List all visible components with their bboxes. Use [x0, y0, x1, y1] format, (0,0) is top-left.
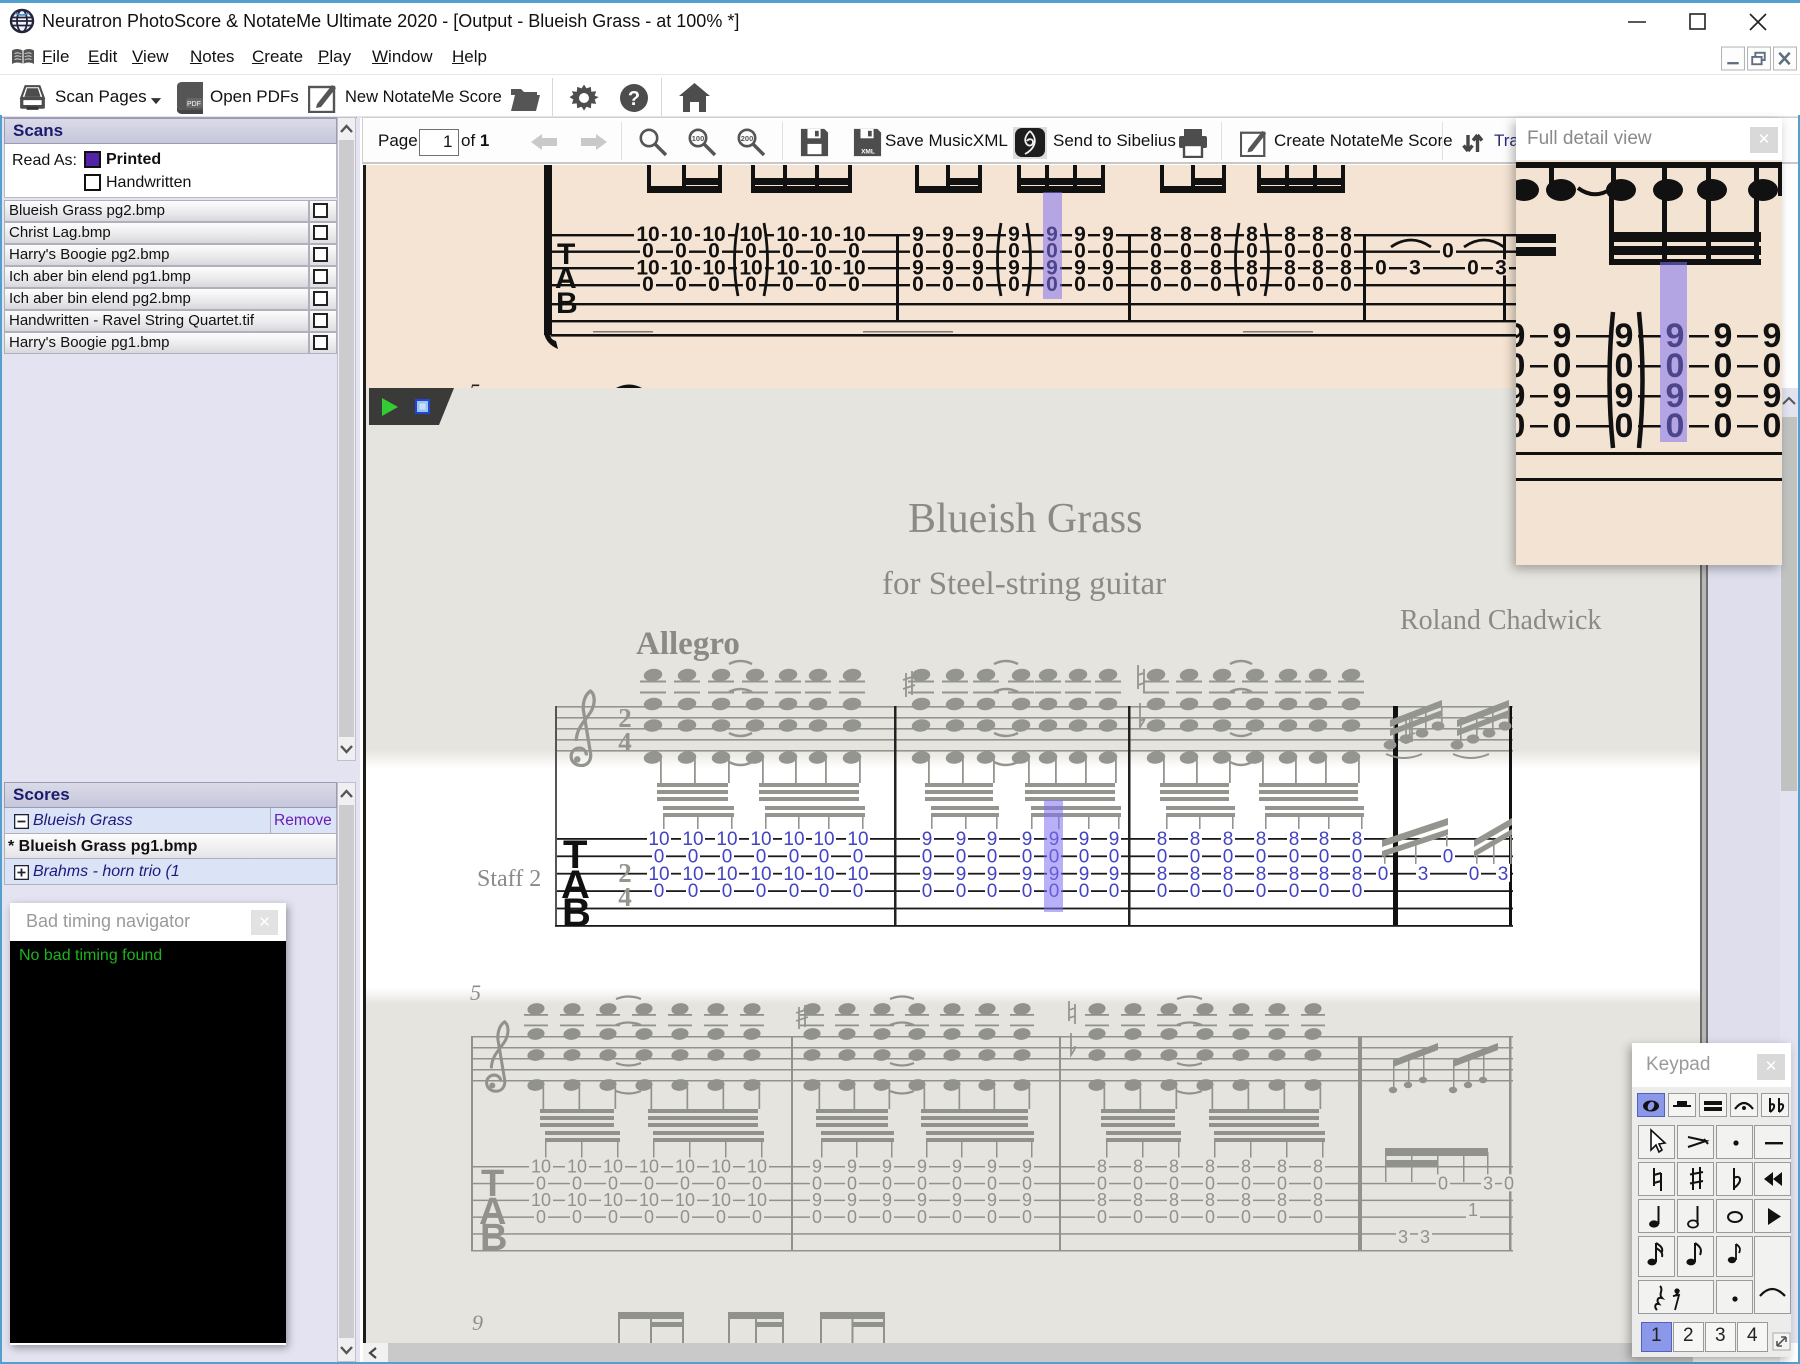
svg-text:0: 0: [987, 881, 998, 902]
svg-text:0: 0: [1109, 881, 1120, 902]
svg-text:0: 0: [675, 273, 687, 296]
svg-text:0: 0: [1375, 256, 1387, 279]
svg-text:4: 4: [618, 882, 632, 912]
svg-text:3: 3: [1483, 1173, 1493, 1193]
svg-text:0: 0: [882, 1207, 892, 1227]
svg-text:0: 0: [1312, 273, 1324, 296]
svg-text:0: 0: [1205, 1207, 1215, 1227]
svg-text:0: 0: [815, 273, 827, 296]
svg-text:0: 0: [1223, 881, 1234, 902]
svg-text:0: 0: [1210, 273, 1222, 296]
svg-text:0: 0: [853, 881, 864, 902]
svg-text:5: 5: [469, 379, 480, 388]
svg-text:0: 0: [1180, 273, 1192, 296]
svg-text:0: 0: [1102, 273, 1114, 296]
svg-text:0: 0: [1246, 273, 1258, 296]
svg-text:0: 0: [1553, 407, 1572, 445]
svg-text:1: 1: [1468, 1200, 1478, 1220]
svg-text:0: 0: [1313, 1207, 1323, 1227]
svg-text:0: 0: [1277, 1207, 1287, 1227]
svg-text:3: 3: [1498, 864, 1509, 885]
svg-text:0: 0: [1442, 240, 1454, 263]
svg-text:0: 0: [812, 1207, 822, 1227]
svg-text:0: 0: [1079, 881, 1090, 902]
svg-text:0: 0: [642, 273, 654, 296]
svg-text:0: 0: [608, 1207, 618, 1227]
svg-text:0: 0: [1289, 881, 1300, 902]
svg-text:0: 0: [1319, 881, 1330, 902]
svg-text:0: 0: [789, 881, 800, 902]
svg-text:0: 0: [1150, 273, 1162, 296]
svg-text:0: 0: [572, 1207, 582, 1227]
svg-text:0: 0: [644, 1207, 654, 1227]
svg-text:0: 0: [782, 273, 794, 296]
svg-text:0: 0: [952, 1207, 962, 1227]
svg-text:0: 0: [956, 881, 967, 902]
svg-text:0: 0: [752, 1207, 762, 1227]
svg-text:0: 0: [847, 1207, 857, 1227]
svg-text:0: 0: [1169, 1207, 1179, 1227]
svg-text:0: 0: [1467, 256, 1479, 279]
svg-text:0: 0: [708, 273, 720, 296]
svg-text:0: 0: [716, 1207, 726, 1227]
svg-text:100: 100: [692, 134, 705, 143]
svg-text:0: 0: [917, 1207, 927, 1227]
svg-text:B: B: [562, 891, 591, 935]
svg-text:3: 3: [1409, 256, 1421, 279]
svg-text:0: 0: [1133, 1207, 1143, 1227]
svg-text:0: 0: [1022, 881, 1033, 902]
svg-text:3: 3: [1398, 1227, 1408, 1247]
svg-text:0: 0: [922, 881, 933, 902]
svg-text:0: 0: [819, 881, 830, 902]
svg-text:XML: XML: [861, 148, 875, 155]
svg-text:200: 200: [741, 134, 754, 143]
svg-text:0: 0: [688, 881, 699, 902]
svg-text:?: ?: [628, 88, 640, 110]
svg-text:0: 0: [1241, 1207, 1251, 1227]
svg-text:4: 4: [618, 727, 632, 757]
svg-text:0: 0: [1438, 1173, 1448, 1193]
svg-text:3: 3: [1420, 1227, 1430, 1247]
svg-text:0: 0: [912, 273, 924, 296]
svg-text:0: 0: [942, 273, 954, 296]
svg-text:B: B: [556, 287, 578, 320]
svg-text:0: 0: [1714, 407, 1733, 445]
svg-text:0: 0: [987, 1207, 997, 1227]
svg-text:B: B: [480, 1217, 507, 1259]
svg-text:0: 0: [1097, 1207, 1107, 1227]
svg-text:0: 0: [1190, 881, 1201, 902]
svg-text:0: 0: [1615, 407, 1634, 445]
svg-text:0: 0: [680, 1207, 690, 1227]
svg-text:0: 0: [1443, 846, 1454, 867]
svg-text:0: 0: [722, 881, 733, 902]
svg-text:0: 0: [1157, 881, 1168, 902]
svg-text:0: 0: [1469, 864, 1480, 885]
svg-text:0: 0: [1008, 273, 1020, 296]
svg-text:0: 0: [1256, 881, 1267, 902]
svg-text:0: 0: [1022, 1207, 1032, 1227]
svg-text:0: 0: [1074, 273, 1086, 296]
svg-text:0: 0: [536, 1207, 546, 1227]
svg-text:0: 0: [972, 273, 984, 296]
svg-text:0: 0: [1284, 273, 1296, 296]
svg-text:0: 0: [756, 881, 767, 902]
svg-text:0: 0: [1378, 864, 1389, 885]
svg-text:0: 0: [1763, 407, 1782, 445]
svg-text:0: 0: [1516, 407, 1525, 445]
svg-text:0: 0: [654, 881, 665, 902]
svg-text:0: 0: [1504, 1173, 1514, 1193]
svg-text:0: 0: [1352, 881, 1363, 902]
svg-text:0: 0: [1340, 273, 1352, 296]
svg-text:0: 0: [745, 273, 757, 296]
svg-text:3: 3: [1495, 256, 1507, 279]
svg-text:3: 3: [1418, 864, 1429, 885]
svg-text:PDF: PDF: [187, 101, 201, 108]
svg-text:0: 0: [848, 273, 860, 296]
